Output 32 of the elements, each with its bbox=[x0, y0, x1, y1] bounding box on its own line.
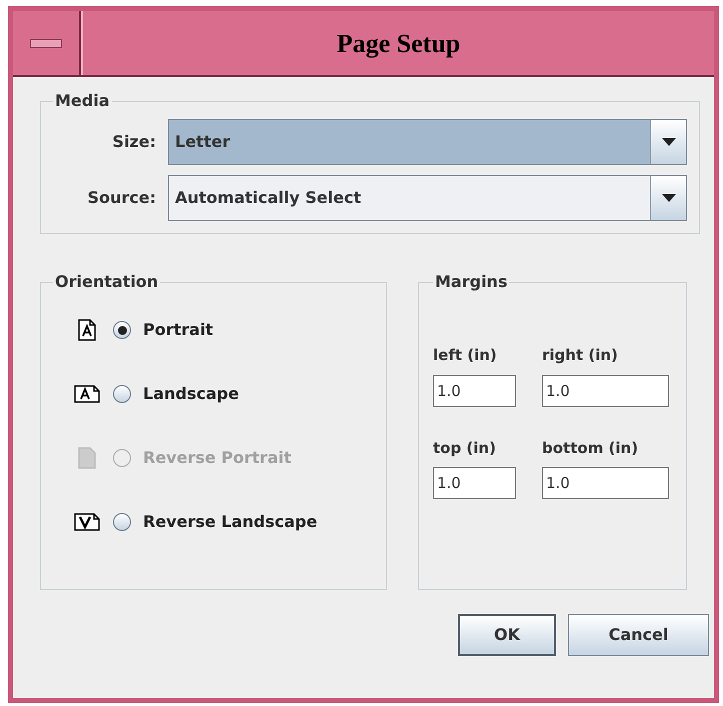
field-label: left (in) bbox=[433, 345, 498, 366]
margin-input[interactable]: 1.0 bbox=[542, 374, 669, 406]
window-menu-button[interactable] bbox=[13, 11, 81, 75]
option-label[interactable]: Reverse Landscape bbox=[143, 510, 318, 534]
margin-input[interactable]: 1.0 bbox=[433, 374, 516, 406]
portrait-page-icon bbox=[78, 319, 96, 341]
field-label: Size: bbox=[111, 131, 156, 153]
option-label[interactable]: Portrait bbox=[143, 318, 214, 342]
group-title: Orientation bbox=[54, 271, 160, 293]
margin-input[interactable]: 1.0 bbox=[542, 467, 669, 499]
radio-button[interactable] bbox=[113, 513, 131, 531]
dropdown-arrow-icon bbox=[662, 194, 676, 202]
reverse-landscape-page-icon bbox=[74, 513, 100, 531]
landscape-page-icon bbox=[74, 385, 100, 403]
window-title: Page Setup bbox=[336, 28, 460, 60]
minus-icon bbox=[30, 38, 62, 48]
radio-button[interactable] bbox=[113, 385, 131, 403]
dialog-button[interactable]: OK bbox=[458, 614, 556, 656]
dialog-button[interactable]: Cancel bbox=[568, 614, 709, 656]
reverse-portrait-page-icon bbox=[78, 447, 96, 469]
field-label: top (in) bbox=[433, 438, 497, 458]
dropdown[interactable]: Automatically Select bbox=[168, 175, 687, 221]
option-label[interactable]: Landscape bbox=[143, 382, 239, 406]
dropdown-arrow-icon bbox=[662, 138, 676, 146]
dropdown[interactable]: Letter bbox=[168, 119, 687, 165]
field-label: bottom (in) bbox=[542, 438, 640, 458]
field-label: Source: bbox=[86, 187, 156, 209]
margin-input[interactable]: 1.0 bbox=[433, 467, 516, 499]
group-title: Media bbox=[54, 90, 111, 112]
radio-button[interactable] bbox=[113, 321, 131, 339]
field-label: right (in) bbox=[542, 345, 619, 366]
group-title: Margins bbox=[434, 271, 508, 293]
